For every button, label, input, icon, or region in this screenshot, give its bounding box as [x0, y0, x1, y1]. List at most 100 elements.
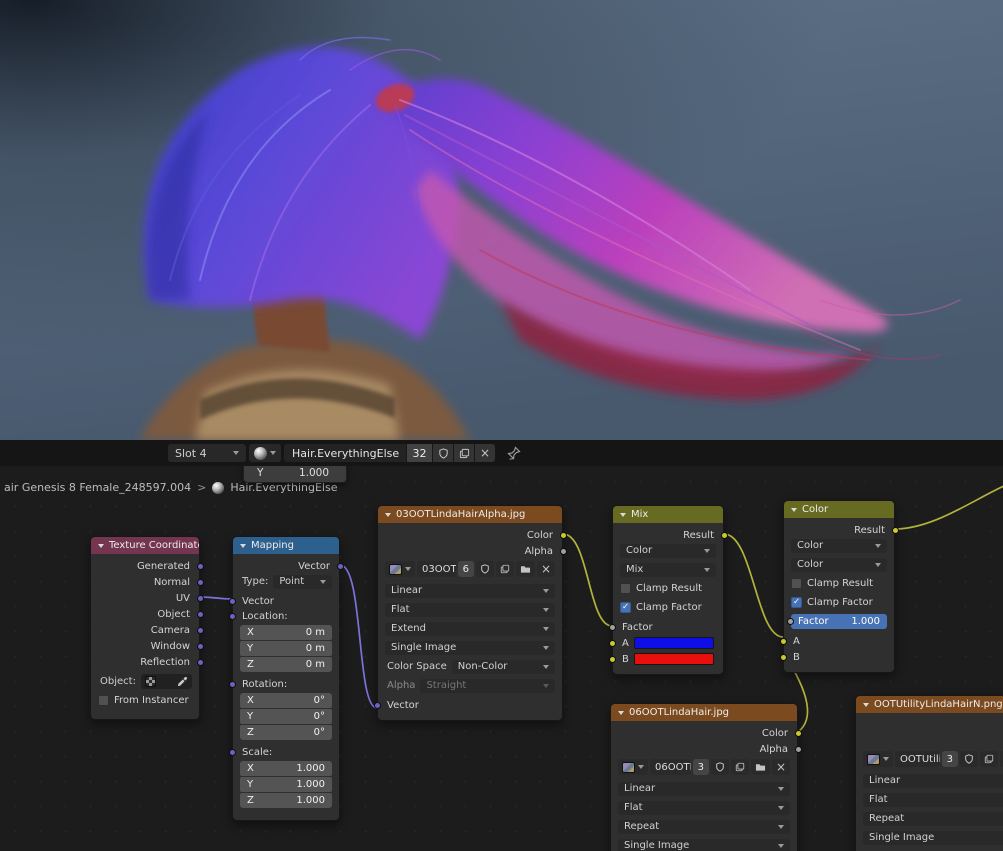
fake-user-button[interactable]	[475, 561, 494, 577]
unlink-image-button[interactable]: ×	[771, 759, 790, 775]
socket-scale[interactable]	[228, 749, 236, 756]
node-header[interactable]: Texture Coordinate	[91, 537, 199, 554]
source-dropdown[interactable]: Single Image	[385, 640, 555, 655]
image-users-count[interactable]: 3	[941, 751, 958, 767]
unlink-material-button[interactable]: ×	[474, 444, 495, 462]
socket-result[interactable]	[891, 526, 899, 534]
extension-dropdown[interactable]: Extend	[385, 621, 555, 636]
color-space-dropdown[interactable]: Non-Color	[451, 659, 555, 674]
socket-vector-in[interactable]	[228, 597, 236, 605]
new-material-button[interactable]	[453, 444, 474, 462]
copy-image-button[interactable]	[979, 751, 998, 767]
clamp-result-checkbox[interactable]	[620, 583, 631, 594]
image-name-field[interactable]: OOTUtilityL...	[895, 751, 940, 767]
fake-user-button[interactable]	[959, 751, 978, 767]
socket-b[interactable]	[608, 655, 616, 663]
collapse-icon[interactable]	[791, 507, 797, 512]
collapse-icon[interactable]	[98, 543, 104, 548]
socket-location[interactable]	[228, 613, 236, 620]
source-dropdown[interactable]: Single Image	[618, 838, 790, 851]
node-header[interactable]: Mix	[613, 506, 723, 523]
color-b-swatch[interactable]	[633, 653, 714, 665]
image-users-count[interactable]: 6	[457, 561, 474, 577]
node-header[interactable]: Mapping	[233, 537, 339, 554]
image-name-field[interactable]: 03OOTLind...	[417, 561, 456, 577]
socket-vector-out[interactable]	[336, 562, 344, 570]
socket-result[interactable]	[720, 531, 728, 539]
blend-mode-dropdown[interactable]: Color	[791, 557, 887, 572]
socket-color-out[interactable]	[559, 531, 567, 539]
socket-color-out[interactable]	[794, 729, 802, 737]
socket-factor[interactable]	[608, 623, 616, 631]
node-header[interactable]: Color	[784, 501, 894, 518]
open-image-button[interactable]	[515, 561, 535, 577]
rotation-y-field[interactable]: Y 0°	[240, 709, 332, 724]
data-type-dropdown[interactable]: Color	[791, 538, 887, 553]
clamp-result-checkbox[interactable]	[791, 578, 802, 589]
socket-alpha-out[interactable]	[559, 547, 567, 555]
node-mix[interactable]: Mix Result Color Mix Clamp Result ✓ Clamp…	[608, 505, 728, 675]
image-browse-button[interactable]	[618, 759, 648, 775]
clamp-factor-checkbox[interactable]: ✓	[791, 597, 802, 608]
extension-dropdown[interactable]: Repeat	[863, 811, 1003, 826]
socket-vector-in[interactable]	[373, 701, 381, 709]
shader-node-editor[interactable]: air Genesis 8 Female_248597.004 > Hair.E…	[0, 466, 1003, 851]
socket-a[interactable]	[779, 637, 787, 645]
eyedropper-icon[interactable]	[177, 676, 188, 687]
fake-user-button[interactable]	[710, 759, 729, 775]
location-z-field[interactable]: Z 0 m	[240, 657, 332, 672]
node-image-utility[interactable]: OOTUtilityLindaHairN.png Color Alpha OOT…	[855, 695, 1003, 851]
node-mapping[interactable]: Mapping Vector Type: Point Vector Locati…	[228, 536, 344, 821]
socket-normal[interactable]	[196, 578, 204, 586]
open-image-button[interactable]	[750, 759, 770, 775]
socket-object[interactable]	[196, 610, 204, 618]
material-name-field[interactable]: Hair.EverythingElse	[284, 444, 406, 462]
copy-image-button[interactable]	[730, 759, 749, 775]
browse-material-button[interactable]	[249, 444, 281, 462]
unlink-image-button[interactable]: ×	[536, 561, 555, 577]
node-image-alpha[interactable]: 03OOTLindaHairAlpha.jpg Color Alpha 03OO…	[373, 505, 567, 721]
blend-mode-dropdown[interactable]: Mix	[620, 562, 716, 577]
image-browse-button[interactable]	[385, 561, 415, 577]
projection-dropdown[interactable]: Flat	[618, 800, 790, 815]
factor-slider[interactable]: Factor 1.000	[791, 614, 887, 629]
socket-rotation[interactable]	[228, 681, 236, 688]
socket-a[interactable]	[608, 639, 616, 647]
collapse-icon[interactable]	[385, 512, 391, 517]
collapse-icon[interactable]	[620, 512, 626, 517]
copy-image-button[interactable]	[495, 561, 514, 577]
interpolation-dropdown[interactable]: Linear	[863, 773, 1003, 788]
socket-b[interactable]	[779, 653, 787, 661]
collapse-icon[interactable]	[863, 702, 869, 707]
material-users-count[interactable]: 32	[406, 444, 432, 462]
location-x-field[interactable]: X 0 m	[240, 625, 332, 640]
node-image-hair[interactable]: 06OOTLindaHair.jpg Color Alpha 06OOTLind…	[610, 703, 802, 851]
image-browse-button[interactable]	[863, 751, 893, 767]
node-header[interactable]: OOTUtilityLindaHairN.png	[856, 696, 1003, 713]
clamp-factor-checkbox[interactable]: ✓	[620, 602, 631, 613]
scale-x-field[interactable]: X 1.000	[240, 761, 332, 776]
socket-reflection[interactable]	[196, 658, 204, 666]
scale-z-field[interactable]: Z 1.000	[240, 793, 332, 808]
image-users-count[interactable]: 3	[692, 759, 709, 775]
viewport-3d[interactable]	[0, 0, 1003, 440]
node-header[interactable]: 06OOTLindaHair.jpg	[611, 704, 797, 721]
rotation-z-field[interactable]: Z 0°	[240, 725, 332, 740]
source-dropdown[interactable]: Single Image	[863, 830, 1003, 845]
image-name-field[interactable]: 06OOTLind...	[650, 759, 691, 775]
node-header[interactable]: 03OOTLindaHairAlpha.jpg	[378, 506, 562, 523]
node-color-mix[interactable]: Color Result Color Color Clamp Result ✓ C…	[779, 500, 899, 673]
socket-uv[interactable]	[196, 594, 204, 602]
collapse-icon[interactable]	[618, 710, 624, 715]
extension-dropdown[interactable]: Repeat	[618, 819, 790, 834]
color-a-swatch[interactable]	[633, 637, 714, 649]
fake-user-button[interactable]	[432, 444, 453, 462]
scale-y-field[interactable]: Y 1.000	[240, 777, 332, 792]
breadcrumb-object[interactable]: air Genesis 8 Female_248597.004	[4, 481, 191, 494]
node-texture-coordinate[interactable]: Texture Coordinate Generated Normal UV O…	[90, 536, 204, 720]
location-y-field[interactable]: Y 0 m	[240, 641, 332, 656]
interpolation-dropdown[interactable]: Linear	[385, 583, 555, 598]
mapping-type-dropdown[interactable]: Point	[273, 574, 332, 589]
socket-camera[interactable]	[196, 626, 204, 634]
interpolation-dropdown[interactable]: Linear	[618, 781, 790, 796]
